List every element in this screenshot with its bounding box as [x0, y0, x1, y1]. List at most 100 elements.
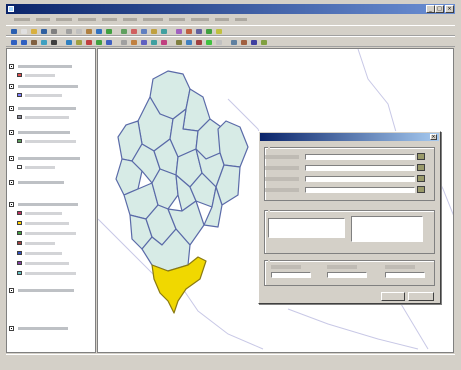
menu-item[interactable] — [123, 17, 137, 22]
toc-layer[interactable] — [9, 105, 93, 113]
tool-button[interactable] — [85, 39, 93, 46]
output-frame-caption — [268, 258, 270, 263]
measure-button[interactable] — [75, 39, 83, 46]
output-field[interactable] — [271, 272, 311, 278]
tool-button[interactable] — [160, 39, 168, 46]
input-field[interactable] — [305, 154, 415, 160]
layer-visibility-checkbox[interactable] — [9, 130, 14, 135]
save-button[interactable] — [40, 28, 48, 35]
layer-visibility-checkbox[interactable] — [9, 106, 14, 111]
menu-item[interactable] — [78, 17, 96, 22]
tool-button[interactable] — [130, 39, 138, 46]
tool-button[interactable] — [195, 39, 203, 46]
title-bar[interactable]: _ □ × — [6, 4, 455, 14]
menu-item[interactable] — [143, 17, 163, 22]
tool-button[interactable] — [105, 39, 113, 46]
menu-item[interactable] — [56, 17, 72, 22]
paste-button[interactable] — [85, 28, 93, 35]
river-line — [182, 288, 264, 350]
layer-visibility-checkbox[interactable] — [9, 64, 14, 69]
tool-button[interactable] — [140, 39, 148, 46]
layer-visibility-checkbox[interactable] — [9, 180, 14, 185]
menu-item[interactable] — [14, 17, 30, 22]
browse-folder-icon[interactable] — [417, 164, 425, 171]
input-field[interactable] — [305, 165, 415, 171]
close-icon[interactable]: × — [430, 134, 437, 140]
input-field[interactable] — [305, 187, 415, 193]
tool-button[interactable] — [215, 39, 223, 46]
toc-layer[interactable] — [9, 179, 93, 187]
zoom-in-button[interactable] — [10, 39, 18, 46]
browse-folder-icon[interactable] — [417, 186, 425, 193]
copy-button[interactable] — [75, 28, 83, 35]
tool-button[interactable] — [120, 39, 128, 46]
layer-button[interactable] — [120, 28, 128, 35]
print-button[interactable] — [50, 28, 58, 35]
layer-visibility-checkbox[interactable] — [9, 288, 14, 293]
maximize-button[interactable]: □ — [435, 5, 444, 13]
tool-button[interactable] — [95, 39, 103, 46]
input-field[interactable] — [305, 176, 415, 182]
tool-button[interactable] — [205, 39, 213, 46]
zoom-out-button[interactable] — [20, 39, 28, 46]
tool-button[interactable] — [150, 39, 158, 46]
layer-visibility-checkbox[interactable] — [9, 202, 14, 207]
tool-button[interactable] — [160, 28, 168, 35]
toc-layer[interactable] — [9, 325, 93, 333]
menu-item[interactable] — [169, 17, 185, 22]
tool-button[interactable] — [150, 28, 158, 35]
tool-button[interactable] — [215, 28, 223, 35]
open-button[interactable] — [30, 28, 38, 35]
options-note-field[interactable] — [351, 216, 423, 242]
tool-button[interactable] — [240, 39, 248, 46]
browse-folder-icon[interactable] — [417, 175, 425, 182]
add-data-button[interactable] — [105, 28, 113, 35]
select-button[interactable] — [50, 39, 58, 46]
tool-button[interactable] — [205, 28, 213, 35]
tool-button[interactable] — [140, 28, 148, 35]
tool-button[interactable] — [185, 39, 193, 46]
browse-folder-icon[interactable] — [417, 153, 425, 160]
identify-button[interactable] — [65, 39, 73, 46]
pan-button[interactable] — [30, 39, 38, 46]
tool-button[interactable] — [260, 39, 268, 46]
menu-item[interactable] — [102, 17, 117, 22]
input-frame-caption — [268, 145, 270, 150]
tool-button[interactable] — [250, 39, 258, 46]
close-button[interactable]: × — [445, 5, 454, 13]
menu-item[interactable] — [215, 17, 229, 22]
ok-button[interactable] — [381, 292, 405, 301]
toc-layer[interactable] — [9, 287, 93, 295]
watershed-tool-dialog[interactable]: × — [258, 131, 441, 304]
new-button[interactable] — [20, 28, 28, 35]
tool-button[interactable] — [175, 28, 183, 35]
output-field[interactable] — [327, 272, 367, 278]
tool-button[interactable] — [230, 39, 238, 46]
full-extent-button[interactable] — [40, 39, 48, 46]
menu-item[interactable] — [191, 17, 209, 22]
layer-visibility-checkbox[interactable] — [9, 156, 14, 161]
menu-item[interactable] — [36, 17, 50, 22]
toc-layer[interactable] — [9, 129, 93, 137]
output-field[interactable] — [385, 272, 425, 278]
layer-visibility-checkbox[interactable] — [9, 326, 14, 331]
dialog-title-bar[interactable]: × — [260, 133, 439, 141]
tool-button[interactable] — [195, 28, 203, 35]
layer-visibility-checkbox[interactable] — [9, 84, 14, 89]
tool-button[interactable] — [175, 39, 183, 46]
legend-label — [25, 272, 76, 275]
toc-layer[interactable] — [9, 83, 93, 91]
standard-toolbar — [6, 25, 455, 36]
undo-button[interactable] — [95, 28, 103, 35]
toc-layer[interactable] — [9, 155, 93, 163]
cut-button[interactable] — [65, 28, 73, 35]
cancel-button[interactable] — [408, 292, 434, 301]
menu-item[interactable] — [235, 17, 247, 22]
toc-layer[interactable] — [9, 201, 93, 209]
tool-button[interactable] — [130, 28, 138, 35]
toc-layer[interactable] — [9, 63, 93, 71]
tool-button[interactable] — [185, 28, 193, 35]
app-button[interactable] — [10, 28, 18, 35]
tool-icon — [231, 40, 237, 45]
minimize-button[interactable]: _ — [426, 5, 435, 13]
